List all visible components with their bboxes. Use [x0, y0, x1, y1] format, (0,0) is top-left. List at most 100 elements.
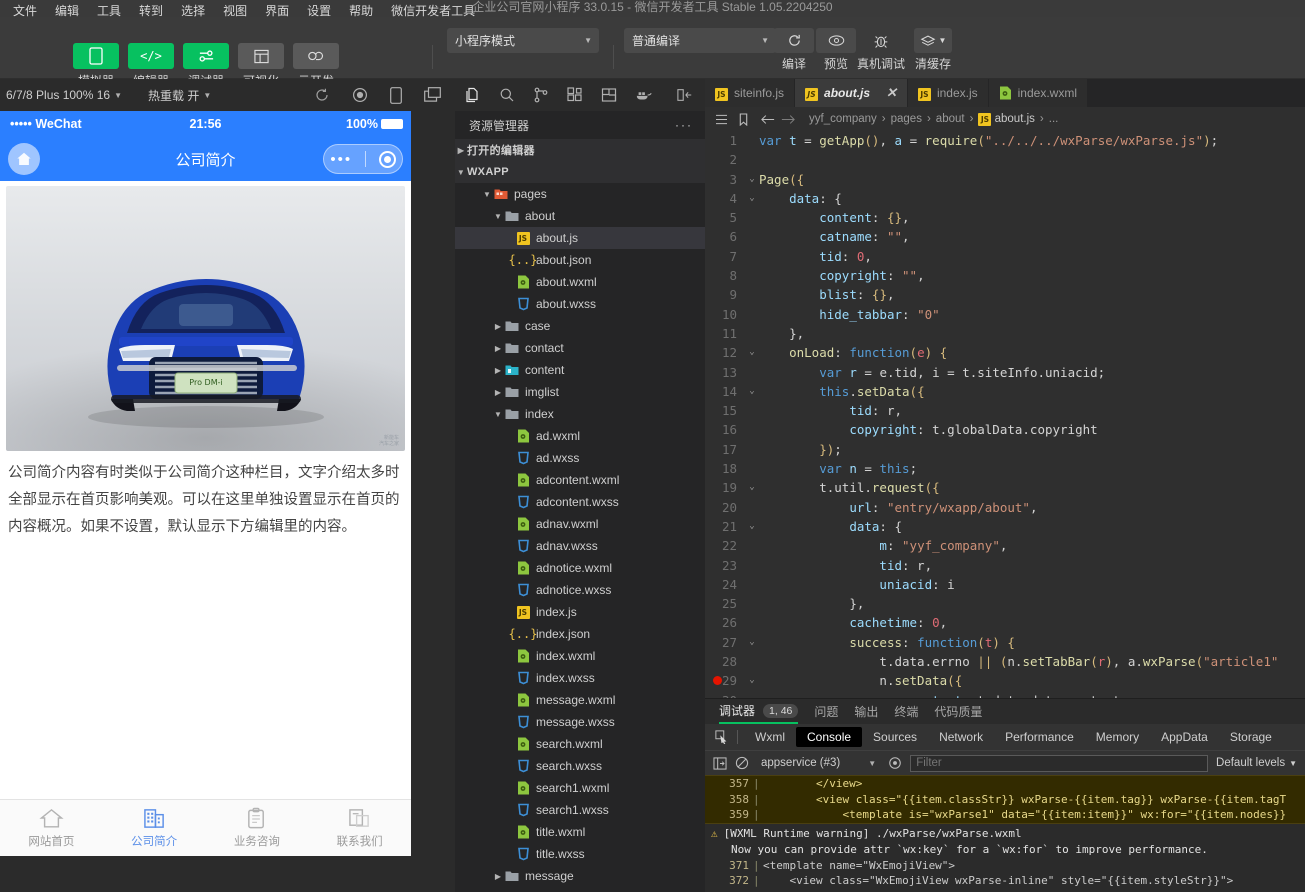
real-debug-button[interactable]: [862, 28, 900, 53]
chevron-right-icon[interactable]: ▶: [492, 366, 504, 375]
tree-item-index-js[interactable]: JS index.js: [455, 601, 705, 623]
tree-item-about-wxml[interactable]: about.wxml: [455, 271, 705, 293]
devtools-tab-storage[interactable]: Storage: [1219, 727, 1283, 747]
console-levels-select[interactable]: Default levels ▼: [1216, 757, 1297, 769]
tabbar-item-home[interactable]: 网站首页: [0, 807, 103, 849]
tree-item-about-json[interactable]: {..} about.json: [455, 249, 705, 271]
menu-item-7[interactable]: 设置: [298, 5, 340, 17]
tree-item-adnav-wxml[interactable]: adnav.wxml: [455, 513, 705, 535]
fold-toggle[interactable]: [745, 131, 759, 150]
tree-item-message[interactable]: ▶ message: [455, 865, 705, 883]
breadcrumb-item-2[interactable]: about: [936, 113, 965, 125]
tree-item-about-wxss[interactable]: about.wxss: [455, 293, 705, 315]
eye-icon[interactable]: [888, 756, 902, 770]
chevron-right-icon[interactable]: ▶: [492, 322, 504, 331]
fold-toggle[interactable]: [745, 498, 759, 517]
devtools-tab-appdata[interactable]: AppData: [1150, 727, 1219, 747]
window-icon[interactable]: [424, 86, 441, 102]
tree-item-message-wxss[interactable]: message.wxss: [455, 711, 705, 733]
fold-toggle[interactable]: [745, 613, 759, 632]
tree-item-search1-wxss[interactable]: search1.wxss: [455, 799, 705, 821]
fold-toggle[interactable]: [745, 459, 759, 478]
editor-tab-about-js[interactable]: JS about.js ✕: [795, 79, 908, 107]
tabbar-item-service[interactable]: 业务咨询: [206, 807, 309, 849]
fold-toggle[interactable]: ⌄: [745, 189, 759, 208]
menu-item-8[interactable]: 帮助: [340, 5, 382, 17]
mode-select[interactable]: 小程序模式 ▼: [447, 28, 599, 53]
devtools-tab-wxml[interactable]: Wxml: [744, 727, 796, 747]
chevron-right-icon[interactable]: ▶: [492, 388, 504, 397]
devtools-tab-performance[interactable]: Performance: [994, 727, 1085, 747]
fold-toggle[interactable]: [745, 324, 759, 343]
tree-item-title-wxss[interactable]: title.wxss: [455, 843, 705, 865]
device-select[interactable]: 6/7/8 Plus 100% 16: [6, 88, 110, 102]
tree-item-adcontent-wxss[interactable]: adcontent.wxss: [455, 491, 705, 513]
devtools-tab-network[interactable]: Network: [928, 727, 994, 747]
source-control-icon[interactable]: [533, 87, 549, 103]
tree-item-ad-wxss[interactable]: ad.wxss: [455, 447, 705, 469]
tree-item-search-wxml[interactable]: search.wxml: [455, 733, 705, 755]
files-icon[interactable]: [465, 87, 481, 104]
tree-item-search1-wxml[interactable]: search1.wxml: [455, 777, 705, 799]
home-button[interactable]: [8, 143, 40, 175]
sidebar-toggle-icon[interactable]: [713, 756, 727, 770]
debugger-tab-输出[interactable]: 输出: [854, 699, 878, 724]
devtools-tab-sources[interactable]: Sources: [862, 727, 928, 747]
tree-item-case[interactable]: ▶ case: [455, 315, 705, 337]
tabbar-item-about[interactable]: 公司简介: [103, 807, 206, 849]
compile-button[interactable]: [774, 28, 814, 53]
hot-reload-select[interactable]: 热重载 开: [148, 87, 199, 104]
tree-item-adcontent-wxml[interactable]: adcontent.wxml: [455, 469, 705, 491]
fold-toggle[interactable]: ⌄: [745, 382, 759, 401]
clear-console-icon[interactable]: [735, 756, 749, 770]
tree-item-ad-wxml[interactable]: ad.wxml: [455, 425, 705, 447]
tree-item-content[interactable]: ▶ content: [455, 359, 705, 381]
close-icon[interactable]: ✕: [886, 85, 897, 101]
tree-item-about[interactable]: ▼ about: [455, 205, 705, 227]
tree-item-pages[interactable]: ▼ pages: [455, 183, 705, 205]
compile-select[interactable]: 普通编译 ▼: [624, 28, 776, 53]
extensions-icon[interactable]: [567, 87, 583, 103]
preview-button[interactable]: [816, 28, 856, 53]
tabbar-item-contact[interactable]: 联系我们: [308, 807, 411, 849]
tree-item-title-wxml[interactable]: title.wxml: [455, 821, 705, 843]
panel-toggle-icon[interactable]: [677, 88, 693, 102]
fold-toggle[interactable]: ⌄: [745, 170, 759, 189]
layout-icon[interactable]: [601, 87, 617, 103]
menu-item-9[interactable]: 微信开发者工具: [382, 5, 484, 17]
menu-icon[interactable]: [715, 114, 728, 125]
fold-toggle[interactable]: [745, 556, 759, 575]
explorer-more-button[interactable]: ···: [675, 118, 693, 132]
tree-item-index-wxss[interactable]: index.wxss: [455, 667, 705, 689]
editor-tab-index-wxml[interactable]: index.wxml: [988, 79, 1088, 107]
tree-item-index[interactable]: ▼ index: [455, 403, 705, 425]
fold-toggle[interactable]: [745, 305, 759, 324]
fold-toggle[interactable]: [745, 150, 759, 169]
menu-item-3[interactable]: 转到: [130, 5, 172, 17]
tree-item-about-js[interactable]: JS about.js: [455, 227, 705, 249]
editor-tab-index-js[interactable]: JS index.js: [907, 79, 989, 107]
console-context-select[interactable]: appservice (#3) ▼: [757, 757, 880, 769]
debugger-tab-代码质量[interactable]: 代码质量: [934, 699, 982, 724]
search-icon[interactable]: [499, 87, 515, 103]
fold-toggle[interactable]: [745, 227, 759, 246]
tree-item-index-wxml[interactable]: index.wxml: [455, 645, 705, 667]
explorer-section-wxapp[interactable]: ▼ WXAPP: [455, 161, 705, 183]
chevron-down-icon[interactable]: ▼: [492, 212, 504, 221]
fold-toggle[interactable]: [745, 440, 759, 459]
fold-toggle[interactable]: ⌄: [745, 633, 759, 652]
fold-toggle[interactable]: ⌄: [745, 343, 759, 362]
arrow-left-icon[interactable]: [761, 114, 775, 125]
console-filter-input[interactable]: [910, 754, 1209, 772]
tree-item-imglist[interactable]: ▶ imglist: [455, 381, 705, 403]
device-icon[interactable]: [390, 86, 402, 104]
fold-toggle[interactable]: [745, 266, 759, 285]
fold-toggle[interactable]: [745, 575, 759, 594]
tree-item-adnotice-wxml[interactable]: adnotice.wxml: [455, 557, 705, 579]
menu-item-2[interactable]: 工具: [88, 5, 130, 17]
breadcrumb-item-1[interactable]: pages: [891, 113, 922, 125]
record-icon[interactable]: [352, 87, 368, 103]
devtools-tab-memory[interactable]: Memory: [1085, 727, 1150, 747]
tree-item-index-json[interactable]: {..} index.json: [455, 623, 705, 645]
docker-icon[interactable]: [635, 88, 653, 102]
